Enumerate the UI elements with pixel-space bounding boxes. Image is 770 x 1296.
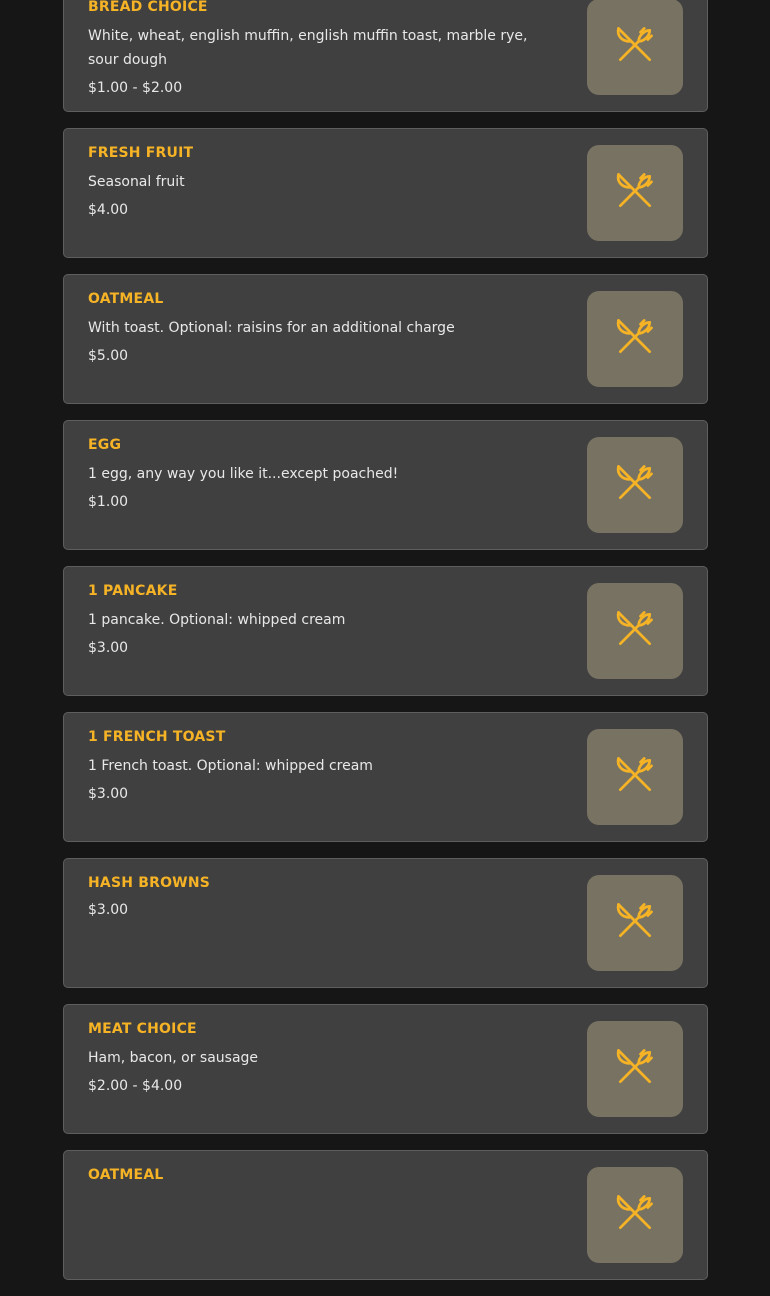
- fork-knife-icon: [613, 315, 657, 363]
- menu-item-card[interactable]: HASH BROWNS $3.00: [63, 858, 708, 988]
- menu-item-text: OATMEAL With toast. Optional: raisins fo…: [88, 290, 548, 366]
- menu-item-thumbnail: [587, 1167, 683, 1263]
- menu-item-text: MEAT CHOICE Ham, bacon, or sausage $2.00…: [88, 1020, 548, 1096]
- menu-item-thumbnail: [587, 145, 683, 241]
- menu-item-name: OATMEAL: [88, 1167, 164, 1183]
- menu-item-card[interactable]: OATMEAL: [63, 1150, 708, 1280]
- menu-item-description: 1 French toast. Optional: whipped cream: [88, 758, 373, 774]
- menu-item-price: $1.00: [88, 494, 129, 510]
- menu-item-card[interactable]: MEAT CHOICE Ham, bacon, or sausage $2.00…: [63, 1004, 708, 1134]
- menu-item-description: With toast. Optional: raisins for an add…: [88, 320, 455, 336]
- menu-item-price: $3.00: [88, 786, 129, 802]
- menu-item-name: OATMEAL: [88, 291, 164, 307]
- menu-item-thumbnail: [587, 583, 683, 679]
- menu-item-thumbnail: [587, 0, 683, 95]
- menu-item-price: $3.00: [88, 902, 129, 918]
- menu-item-name: HASH BROWNS: [88, 875, 211, 891]
- menu-item-thumbnail: [587, 291, 683, 387]
- fork-knife-icon: [613, 899, 657, 947]
- menu-item-text: OATMEAL: [88, 1166, 548, 1186]
- menu-item-name: EGG: [88, 437, 122, 453]
- menu-item-description: 1 egg, any way you like it...except poac…: [88, 466, 399, 482]
- menu-list: BREAD CHOICE White, wheat, english muffi…: [63, 0, 708, 1296]
- menu-item-price: $4.00: [88, 202, 129, 218]
- menu-item-card[interactable]: BREAD CHOICE White, wheat, english muffi…: [63, 0, 708, 112]
- menu-item-thumbnail: [587, 437, 683, 533]
- fork-knife-icon: [613, 461, 657, 509]
- menu-item-name: BREAD CHOICE: [88, 0, 208, 15]
- menu-item-price: $2.00 - $4.00: [88, 1078, 183, 1094]
- fork-knife-icon: [613, 753, 657, 801]
- menu-item-text: FRESH FRUIT Seasonal fruit $4.00: [88, 144, 548, 220]
- menu-item-description: White, wheat, english muffin, english mu…: [88, 28, 528, 68]
- menu-item-card[interactable]: EGG 1 egg, any way you like it...except …: [63, 420, 708, 550]
- menu-item-text: EGG 1 egg, any way you like it...except …: [88, 436, 548, 512]
- menu-item-name: FRESH FRUIT: [88, 145, 194, 161]
- menu-item-card[interactable]: 1 FRENCH TOAST 1 French toast. Optional:…: [63, 712, 708, 842]
- menu-item-thumbnail: [587, 875, 683, 971]
- menu-item-text: HASH BROWNS $3.00: [88, 874, 548, 920]
- menu-item-description: Ham, bacon, or sausage: [88, 1050, 259, 1066]
- menu-item-description: Seasonal fruit: [88, 174, 185, 190]
- menu-item-description: 1 pancake. Optional: whipped cream: [88, 612, 346, 628]
- menu-item-text: 1 FRENCH TOAST 1 French toast. Optional:…: [88, 728, 548, 804]
- menu-item-thumbnail: [587, 1021, 683, 1117]
- menu-item-card[interactable]: 1 PANCAKE 1 pancake. Optional: whipped c…: [63, 566, 708, 696]
- menu-item-name: 1 PANCAKE: [88, 583, 178, 599]
- fork-knife-icon: [613, 1045, 657, 1093]
- menu-item-price: $3.00: [88, 640, 129, 656]
- menu-item-name: 1 FRENCH TOAST: [88, 729, 226, 745]
- menu-item-name: MEAT CHOICE: [88, 1021, 197, 1037]
- fork-knife-icon: [613, 169, 657, 217]
- fork-knife-icon: [613, 23, 657, 71]
- menu-item-text: BREAD CHOICE White, wheat, english muffi…: [88, 0, 548, 98]
- menu-item-card[interactable]: FRESH FRUIT Seasonal fruit $4.00: [63, 128, 708, 258]
- fork-knife-icon: [613, 607, 657, 655]
- menu-item-price: $5.00: [88, 348, 129, 364]
- menu-item-thumbnail: [587, 729, 683, 825]
- menu-item-text: 1 PANCAKE 1 pancake. Optional: whipped c…: [88, 582, 548, 658]
- fork-knife-icon: [613, 1191, 657, 1239]
- menu-item-card[interactable]: OATMEAL With toast. Optional: raisins fo…: [63, 274, 708, 404]
- menu-item-price: $1.00 - $2.00: [88, 80, 183, 96]
